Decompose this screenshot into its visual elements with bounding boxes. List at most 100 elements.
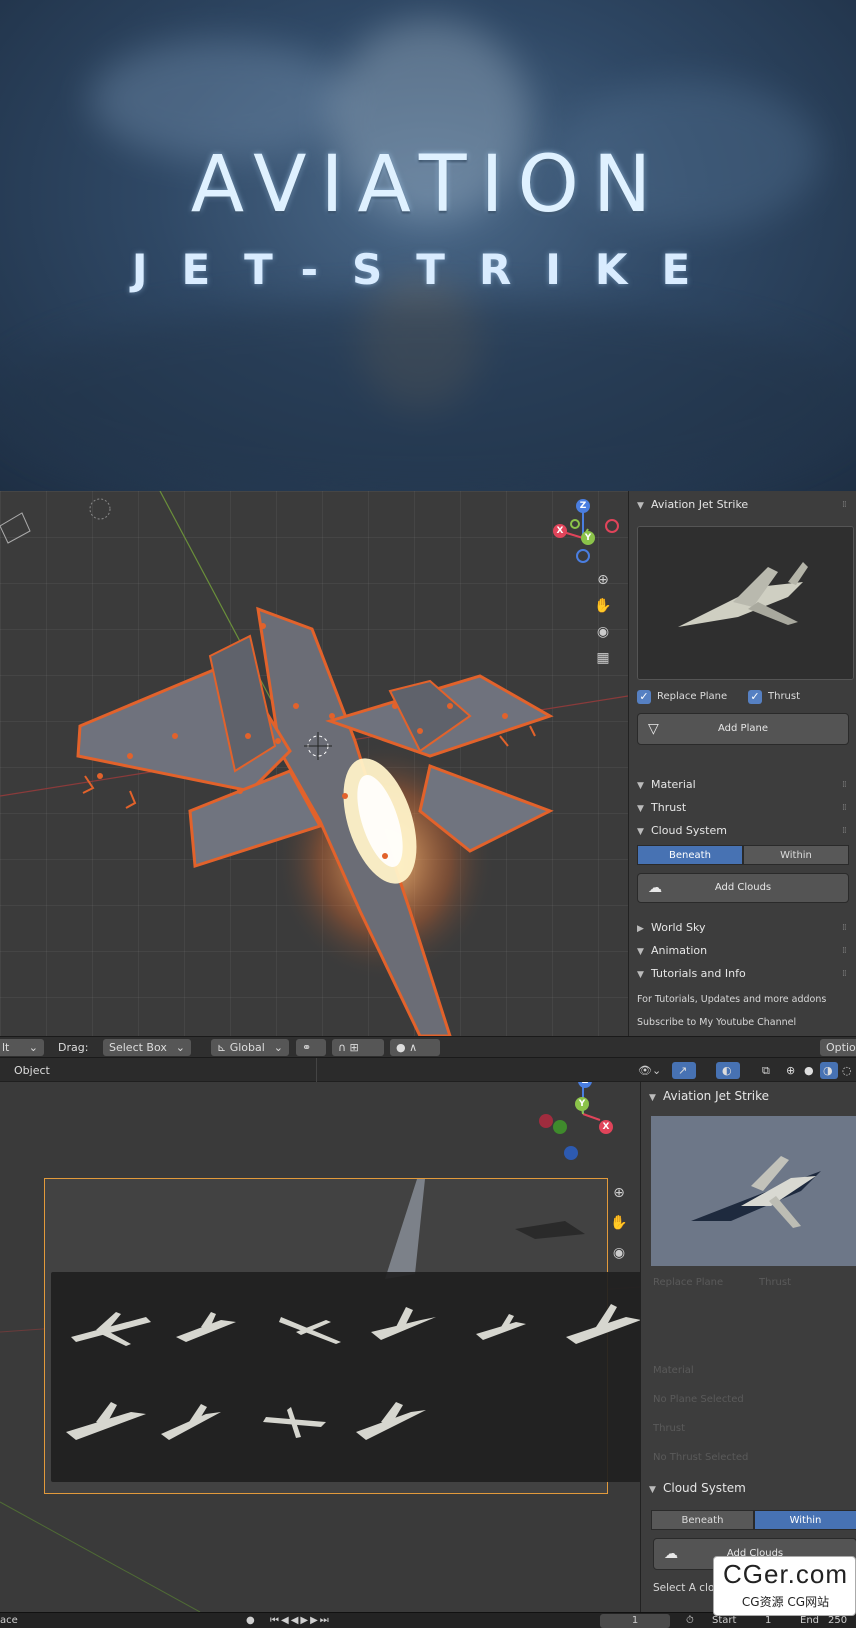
beneath-option[interactable]: Beneath <box>637 845 743 865</box>
axis-y[interactable]: Y <box>575 1097 589 1111</box>
axis-z[interactable]: Z <box>576 499 590 513</box>
axis-x[interactable]: X <box>599 1120 613 1134</box>
watermark-main: CGer.com <box>722 1559 849 1589</box>
watermark-sub: CG资源 CG网站 <box>741 1595 830 1609</box>
drag-grip-icon[interactable]: ⁞⁞ <box>842 923 852 933</box>
drag-label: Drag: <box>58 1041 89 1054</box>
cloud-placement-toggle: Beneath Within <box>637 845 849 865</box>
section-thrust-label: Thrust <box>651 801 687 814</box>
drag-grip-icon[interactable]: ⁞⁞ <box>842 803 852 813</box>
panel-header[interactable]: ▼ Aviation Jet Strike <box>637 495 748 515</box>
hand-pan-icon[interactable]: ✋ <box>608 1212 630 1234</box>
plane-preview-thumbnail[interactable] <box>637 526 854 680</box>
options-dropdown[interactable]: Option <box>820 1039 856 1056</box>
replace-plane-label: Replace Plane <box>657 691 728 702</box>
addon-sidebar-panel: ▼ Aviation Jet Strike ⁞⁞ ✓ Replace Plane … <box>628 491 856 1036</box>
navigation-gizmo[interactable]: Z X Y <box>548 491 628 571</box>
viewport-3d[interactable]: Z X Y ⊕ ✋ ◉ ▦ <box>0 491 628 1036</box>
add-clouds-button[interactable]: ☁ Add Clouds <box>637 873 849 903</box>
section-cloud-system[interactable]: ▼ Cloud System <box>649 1478 746 1498</box>
axis-x[interactable]: X <box>553 524 567 538</box>
section-material[interactable]: ▼ Material <box>637 775 696 795</box>
no-thrust-text: No Thrust Selected <box>653 1452 749 1463</box>
start-label: Start <box>712 1615 737 1626</box>
drag-grip-icon[interactable]: ⁞⁞ <box>842 826 852 836</box>
zoom-icon[interactable]: ⊕ <box>608 1182 630 1204</box>
current-frame-field[interactable]: 1 <box>600 1614 670 1628</box>
axis-y[interactable]: Y <box>581 531 595 545</box>
playback-controls-icon[interactable]: ⏮◀◀▶▶⏭ <box>270 1614 331 1628</box>
snap-dropdown[interactable]: ∩ ⊞ <box>332 1039 384 1056</box>
beneath-option[interactable]: Beneath <box>651 1510 754 1530</box>
navigation-gizmo[interactable]: Z Y X <box>539 1082 625 1172</box>
section-cloud-system-label: Cloud System <box>663 1481 746 1495</box>
section-material-label: Material <box>651 778 696 791</box>
drag-grip-icon[interactable]: ⁞⁞ <box>842 500 852 510</box>
section-tutorials[interactable]: ▼ Tutorials and Info <box>637 964 746 984</box>
proportional-icon: ● ∧ <box>396 1041 418 1054</box>
drag-grip-icon[interactable]: ⁞⁞ <box>842 946 852 956</box>
within-option[interactable]: Within <box>754 1510 856 1530</box>
add-clouds-label: Add Clouds <box>714 882 772 893</box>
section-world-sky[interactable]: ▶ World Sky <box>637 918 706 938</box>
panel-header[interactable]: ▼ Aviation Jet Strike <box>649 1086 769 1106</box>
section-cloud-system-label: Cloud System <box>651 824 727 837</box>
drag-grip-icon[interactable]: ⁞⁞ <box>842 780 852 790</box>
visibility-eye-icon[interactable]: 👁⌄ <box>638 1062 661 1079</box>
rendered-shading-icon[interactable]: ◌ <box>842 1062 852 1079</box>
chevron-down-icon: ⌄ <box>175 1041 185 1054</box>
xray-icon[interactable]: ⧉ <box>762 1062 770 1079</box>
section-animation[interactable]: ▼ Animation <box>637 941 707 961</box>
camera-icon[interactable]: ◉ <box>592 621 614 643</box>
cloud-icon: ☁ <box>664 1546 678 1562</box>
object-menu[interactable]: Object <box>14 1062 50 1079</box>
record-icon[interactable]: ● <box>246 1614 255 1628</box>
solid-shading-icon[interactable]: ● <box>804 1062 814 1079</box>
start-frame-field[interactable]: 1 <box>765 1614 771 1628</box>
axis-neg-x[interactable] <box>539 1114 553 1128</box>
chevron-down-icon: ⌄ <box>28 1041 38 1054</box>
expand-triangle-icon: ▼ <box>637 827 644 837</box>
overlay-toggle-icon[interactable]: ◐ <box>716 1062 740 1079</box>
camera-icon[interactable]: ◉ <box>608 1242 630 1264</box>
section-tutorials-label: Tutorials and Info <box>651 967 746 980</box>
proportional-edit-dropdown[interactable]: ● ∧ <box>390 1039 440 1056</box>
section-cloud-system[interactable]: ▼ Cloud System <box>637 821 727 841</box>
mode-dropdown[interactable]: lt ⌄ <box>0 1039 44 1056</box>
orientation-dropdown[interactable]: ⊾ Global ⌄ <box>211 1039 289 1056</box>
expand-triangle-icon: ▼ <box>637 970 644 980</box>
axis-neg-z[interactable] <box>576 549 590 563</box>
add-plane-button[interactable]: ▽ Add Plane <box>637 713 849 745</box>
cloud-placement-toggle: Beneath Within <box>651 1510 856 1530</box>
end-frame-field[interactable]: 250 <box>828 1614 847 1628</box>
select-box-dropdown[interactable]: Select Box ⌄ <box>103 1039 191 1056</box>
pivot-dropdown[interactable]: ⚭ <box>296 1039 326 1056</box>
expand-triangle-icon: ▼ <box>637 804 644 814</box>
plane-preview-thumbnail[interactable] <box>651 1116 856 1266</box>
section-thrust[interactable]: ▼ Thrust <box>637 798 686 818</box>
stopwatch-icon[interactable]: ⏱ <box>686 1614 694 1628</box>
hand-pan-icon[interactable]: ✋ <box>592 595 614 617</box>
axis-neg-z[interactable] <box>564 1146 578 1160</box>
axis-neg-y[interactable] <box>553 1120 567 1134</box>
material-shading-icon[interactable]: ◑ <box>820 1062 838 1079</box>
panel-header-label: Aviation Jet Strike <box>651 498 749 511</box>
expand-triangle-icon: ▼ <box>649 1485 656 1495</box>
axis-neg-x[interactable] <box>605 519 619 533</box>
gizmo-toggle-icon[interactable]: ↗ <box>672 1062 696 1079</box>
within-option[interactable]: Within <box>743 845 849 865</box>
tool-settings-bar: lt ⌄ Drag: Select Box ⌄ ⊾ Global ⌄ ⚭ ∩ ⊞ ●… <box>0 1036 856 1058</box>
thrust-checkbox[interactable]: ✓ <box>748 690 762 704</box>
zoom-icon[interactable]: ⊕ <box>592 569 614 591</box>
timeline-left-label: ace <box>0 1615 18 1626</box>
end-label: End <box>800 1615 820 1626</box>
panel-header-label: Aviation Jet Strike <box>663 1089 770 1103</box>
drag-grip-icon[interactable]: ⁞⁞ <box>842 969 852 979</box>
grid-perspective-icon[interactable]: ▦ <box>592 647 614 669</box>
replace-plane-checkbox[interactable]: ✓ <box>637 690 651 704</box>
subscribe-link[interactable]: Subscribe to My Youtube Channel <box>637 1017 796 1028</box>
thrust-label-faded: Thrust <box>759 1277 792 1288</box>
axis-neg-y[interactable] <box>570 519 580 529</box>
collapse-triangle-icon: ▼ <box>649 1093 656 1103</box>
wireframe-shading-icon[interactable]: ⊕ <box>786 1062 795 1079</box>
